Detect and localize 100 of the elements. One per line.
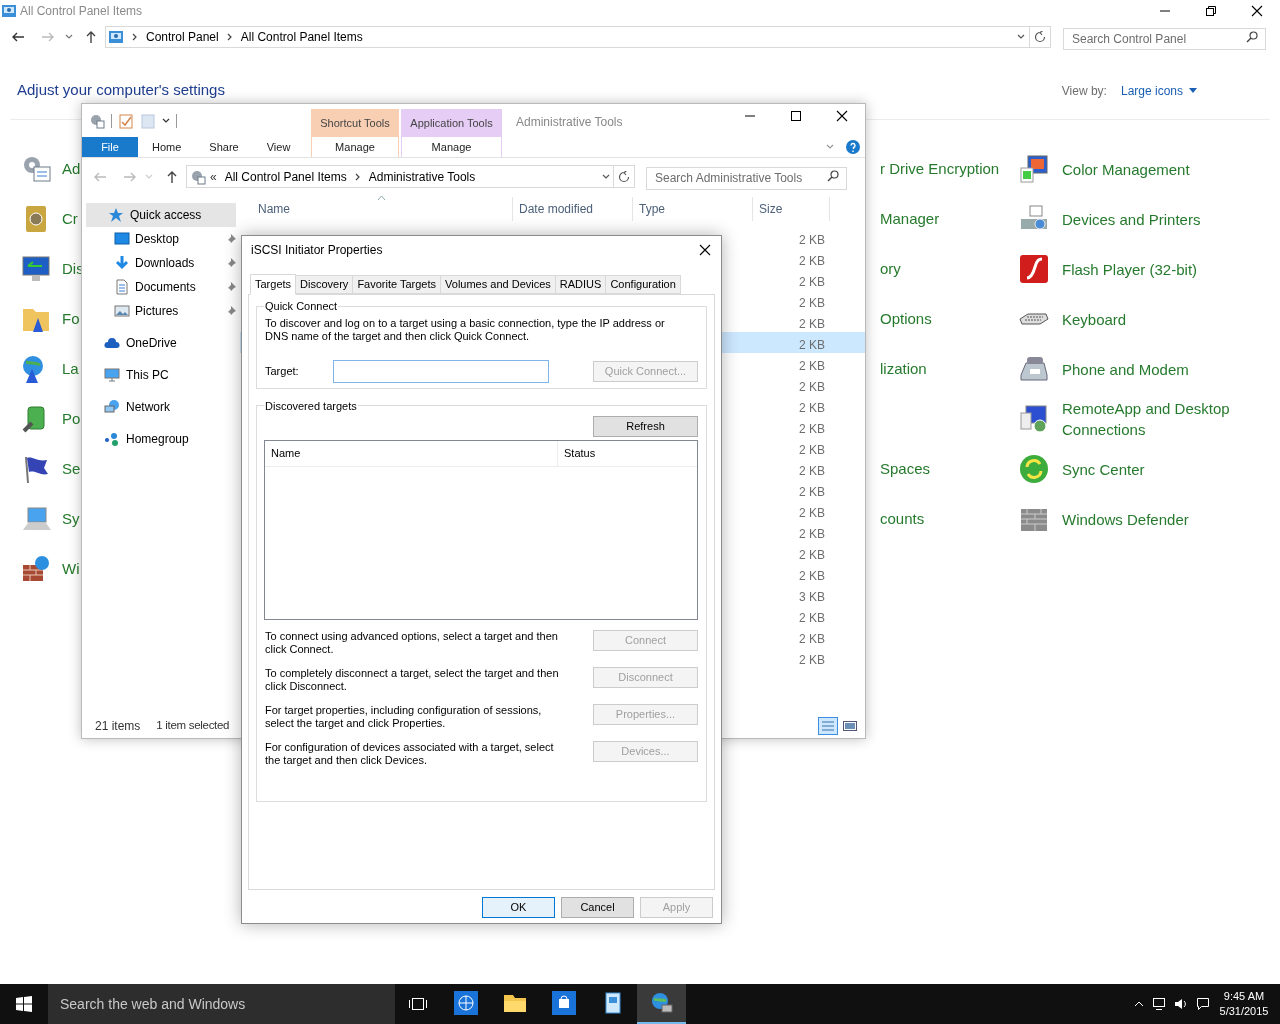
- help-icon[interactable]: [846, 140, 860, 154]
- control-panel-item[interactable]: Po: [62, 410, 81, 427]
- curve-tile-icon[interactable]: [1018, 253, 1050, 285]
- control-panel-item[interactable]: Cr: [62, 210, 78, 227]
- tab[interactable]: Volumes and Devices: [440, 275, 556, 294]
- control-panel-item[interactable]: Wi: [62, 560, 80, 577]
- taskbar-search-field[interactable]: Search the web and Windows: [48, 984, 395, 1024]
- column-header[interactable]: Name: [252, 197, 513, 221]
- targets-table[interactable]: Name Status: [264, 440, 698, 620]
- size-cell: 2 KB: [799, 506, 825, 520]
- close-icon: [836, 110, 848, 122]
- size-cell: 2 KB: [799, 233, 825, 247]
- dropdown-icon[interactable]: [1017, 34, 1025, 40]
- dropdown-icon[interactable]: [602, 173, 610, 180]
- refresh-button[interactable]: Refresh: [593, 416, 698, 437]
- column-header[interactable]: Date modified: [513, 197, 633, 221]
- tab[interactable]: Targets: [250, 274, 297, 295]
- breadcrumb[interactable]: Administrative Tools: [368, 167, 476, 186]
- nav-item[interactable]: Pictures: [82, 299, 240, 323]
- ribbon-tab[interactable]: Home: [138, 137, 196, 157]
- volume-icon[interactable]: [1174, 997, 1188, 1011]
- dialog-button[interactable]: Cancel: [561, 897, 634, 918]
- breadcrumb[interactable]: All Control Panel Items: [224, 167, 347, 186]
- control-panel-item[interactable]: Se: [62, 460, 81, 477]
- column-header[interactable]: Name: [265, 441, 558, 467]
- control-panel-item[interactable]: lization: [880, 360, 927, 377]
- search-field[interactable]: Search Control Panel: [1063, 28, 1266, 50]
- control-panel-item[interactable]: Spaces: [880, 460, 931, 477]
- file-tab[interactable]: File: [82, 137, 138, 157]
- address-bar[interactable]: Control Panel All Control Panel Items: [105, 26, 1030, 48]
- maximize-icon: [790, 110, 802, 122]
- notifications-icon[interactable]: [1196, 997, 1210, 1011]
- nav-item[interactable]: Documents: [82, 275, 240, 299]
- control-panel-item[interactable]: Color Management: [1062, 158, 1252, 180]
- ribbon-tab[interactable]: Manage: [311, 137, 399, 157]
- size-cell: 2 KB: [799, 548, 825, 562]
- column-header[interactable]: Status: [558, 441, 697, 467]
- details-view-icon[interactable]: [818, 716, 838, 735]
- sync-icon[interactable]: [1018, 453, 1050, 485]
- breadcrumb[interactable]: All Control Panel Items: [240, 28, 363, 46]
- expand-ribbon-icon[interactable]: [826, 144, 834, 150]
- nav-item[interactable]: Downloads: [82, 251, 240, 275]
- column-header[interactable]: Type: [633, 197, 753, 221]
- ribbon-tab[interactable]: Share: [195, 137, 253, 157]
- refresh-button[interactable]: [1030, 26, 1051, 48]
- checklist-icon[interactable]: [118, 112, 134, 129]
- search-field[interactable]: Search Administrative Tools: [646, 166, 847, 190]
- nav-item[interactable]: OneDrive: [82, 327, 240, 359]
- refresh-icon: [1034, 31, 1046, 43]
- control-panel-item[interactable]: Keyboard: [1062, 308, 1252, 330]
- control-panel-item[interactable]: Fo: [62, 310, 80, 327]
- control-panel-item[interactable]: Options: [880, 310, 932, 327]
- column-header[interactable]: Size: [753, 197, 830, 221]
- control-panel-item[interactable]: Flash Player (32-bit): [1062, 258, 1252, 280]
- up-icon[interactable]: [165, 169, 179, 184]
- monitor-icon[interactable]: [1018, 153, 1050, 185]
- taskbar-app[interactable]: [637, 984, 686, 1024]
- control-panel-item[interactable]: Manager: [880, 210, 940, 227]
- tab[interactable]: Discovery: [295, 275, 354, 294]
- control-panel-item[interactable]: counts: [880, 510, 925, 527]
- size-cell: 2 KB: [799, 464, 825, 478]
- instruction-text: To completely disconnect a target, select the target and then click Disconnect.: [265, 667, 560, 693]
- clock[interactable]: 9:45 AM 5/31/2015: [1216, 984, 1272, 1024]
- remote-monitor-icon[interactable]: [1018, 403, 1050, 435]
- ribbon-tab[interactable]: Manage: [401, 137, 502, 157]
- caret-icon[interactable]: [162, 117, 170, 124]
- nav-item[interactable]: Quick access: [86, 203, 236, 227]
- breadcrumb[interactable]: Control Panel: [146, 28, 219, 46]
- control-panel-item[interactable]: Sync Center: [1062, 458, 1252, 480]
- window-title: All Control Panel Items: [20, 3, 143, 20]
- control-panel-item[interactable]: Windows Defender: [1062, 508, 1252, 530]
- download-icon: [114, 255, 130, 271]
- dialog-button[interactable]: OK: [482, 897, 555, 918]
- refresh-button[interactable]: [614, 165, 635, 188]
- show-hidden-icons-icon[interactable]: [1134, 1001, 1144, 1007]
- control-panel-item[interactable]: ory: [880, 260, 901, 277]
- tab[interactable]: RADIUS: [554, 275, 607, 294]
- nav-item[interactable]: Homegroup: [82, 423, 240, 455]
- control-panel-item[interactable]: Devices and Printers: [1062, 208, 1252, 230]
- control-panel-item[interactable]: Sy: [62, 510, 80, 527]
- ribbon-tab[interactable]: View: [252, 137, 305, 157]
- tab[interactable]: Favorite Targets: [352, 275, 442, 294]
- tab[interactable]: Configuration: [605, 275, 681, 294]
- properties-icon[interactable]: [89, 112, 105, 129]
- control-panel-item[interactable]: La: [62, 360, 79, 377]
- control-panel-item[interactable]: RemoteApp and Desktop Connections: [1062, 398, 1252, 440]
- nav-item[interactable]: This PC: [82, 359, 240, 391]
- nav-item[interactable]: Desktop: [82, 227, 240, 251]
- control-panel-item[interactable]: Ad: [62, 160, 81, 177]
- nav-item[interactable]: Network: [82, 391, 240, 423]
- back-icon[interactable]: [11, 30, 25, 44]
- control-panel-item[interactable]: Phone and Modem: [1062, 358, 1252, 380]
- control-panel-item[interactable]: r Drive Encryption: [880, 160, 1000, 177]
- overflow-mark[interactable]: «: [210, 167, 217, 186]
- size-cell: 2 KB: [799, 485, 825, 499]
- view-by-dropdown[interactable]: Large icons: [1120, 81, 1197, 100]
- address-bar[interactable]: « All Control Panel Items Administrative Tools: [186, 165, 614, 188]
- network-icon[interactable]: [1152, 997, 1166, 1011]
- target-input[interactable]: [333, 359, 549, 383]
- up-icon[interactable]: [84, 30, 98, 44]
